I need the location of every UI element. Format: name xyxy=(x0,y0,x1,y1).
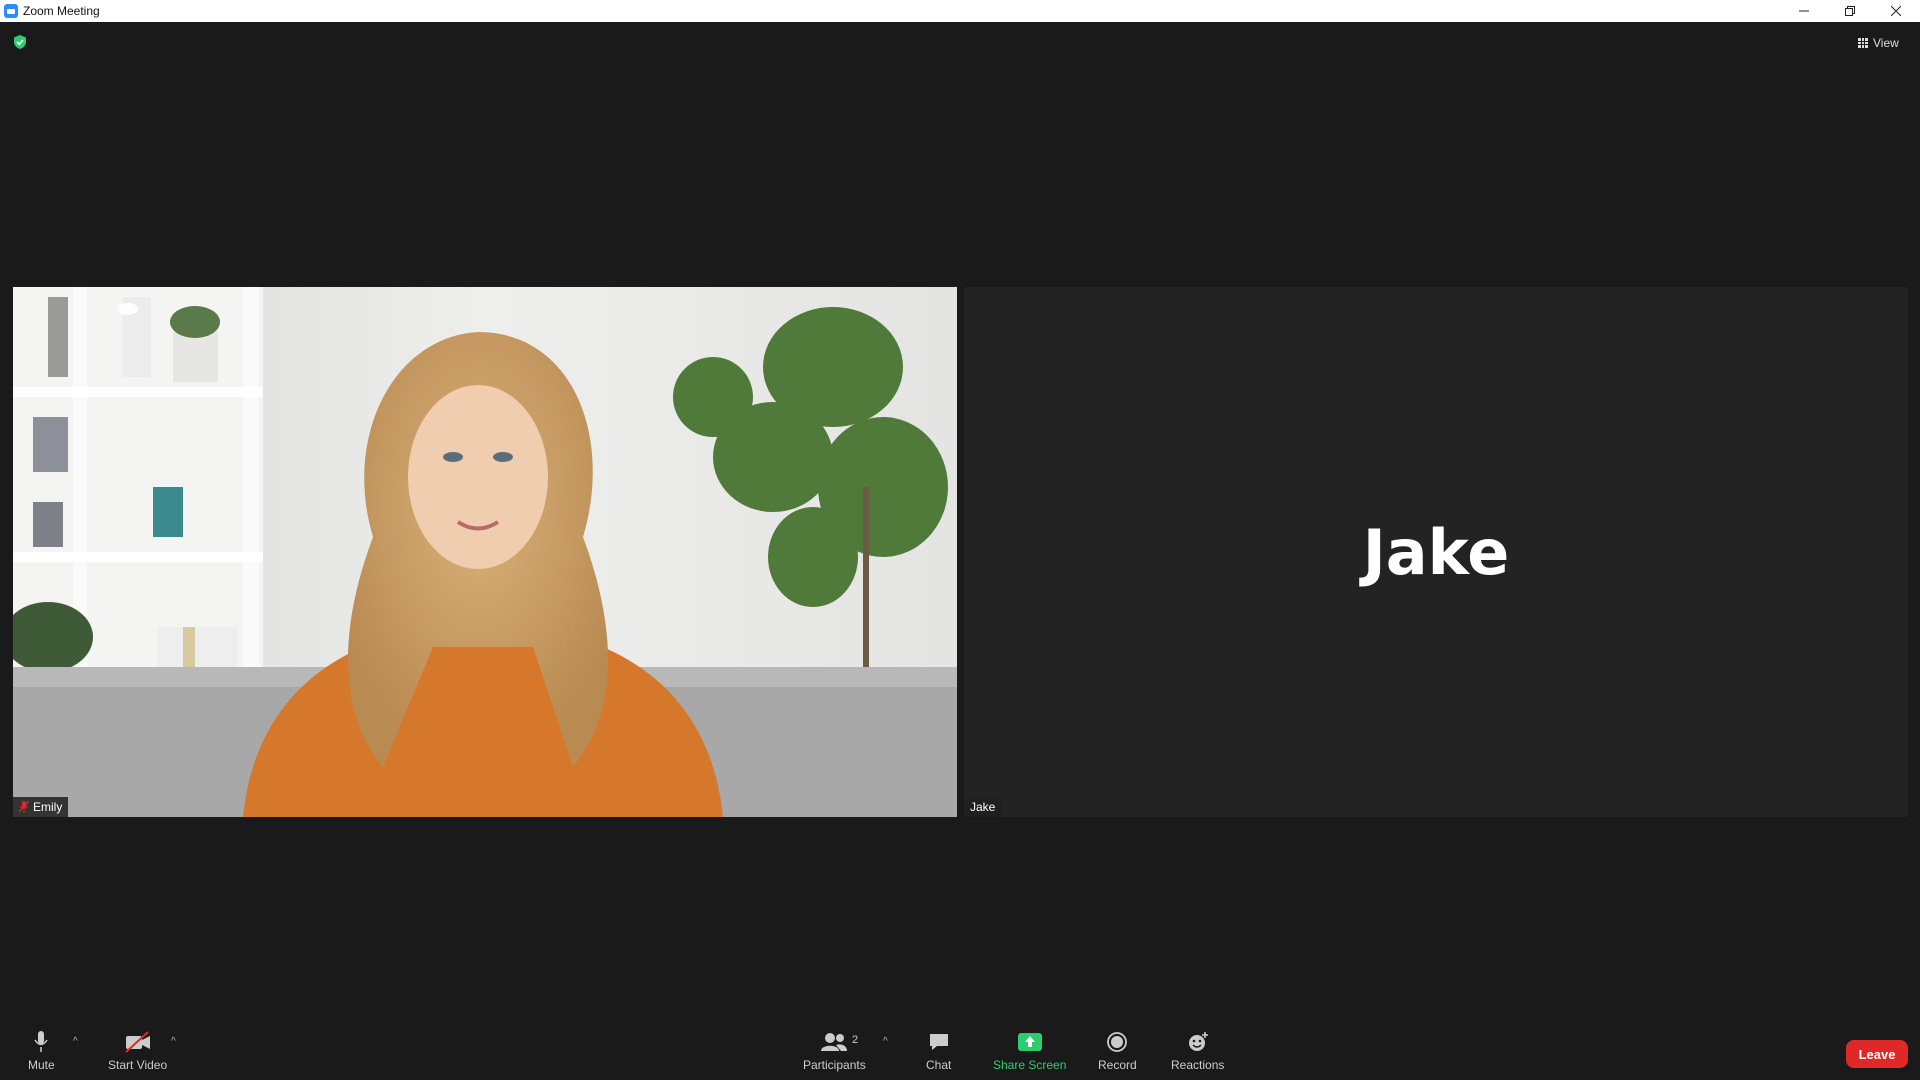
restore-icon xyxy=(1845,6,1855,16)
close-icon xyxy=(1891,6,1901,16)
jake-nameplate: Jake xyxy=(964,797,1002,817)
minimize-icon xyxy=(1799,10,1809,12)
record-label: Record xyxy=(1098,1058,1137,1072)
jake-name-label: Jake xyxy=(970,800,996,814)
participants-options-caret-icon[interactable]: ^ xyxy=(883,1036,888,1047)
chat-button[interactable]: Chat xyxy=(926,1028,951,1072)
muted-mic-icon xyxy=(19,801,29,813)
reactions-button[interactable]: Reactions xyxy=(1171,1028,1224,1072)
participants-label: Participants xyxy=(803,1058,866,1072)
share-screen-icon xyxy=(1017,1033,1042,1051)
meeting-toolbar: Mute ^ Start Video ^ Participants 2 ^ Ch… xyxy=(0,1022,1920,1080)
mute-label: Mute xyxy=(28,1058,55,1072)
audio-options-caret-icon[interactable]: ^ xyxy=(73,1036,78,1047)
microphone-icon xyxy=(34,1031,48,1052)
view-button[interactable]: View xyxy=(1858,33,1899,53)
start-video-button[interactable]: Start Video xyxy=(108,1028,167,1072)
record-button[interactable]: Record xyxy=(1098,1028,1137,1072)
mute-button[interactable]: Mute xyxy=(28,1028,55,1072)
reactions-emoji-icon xyxy=(1188,1032,1208,1051)
record-icon xyxy=(1107,1032,1128,1052)
start-video-label: Start Video xyxy=(108,1058,168,1072)
video-tile-jake[interactable]: Jake Jake xyxy=(964,287,1908,817)
title-bar: Zoom Meeting xyxy=(0,0,1920,22)
jake-display-name: Jake xyxy=(1362,515,1510,589)
participants-count: 2 xyxy=(852,1034,859,1046)
video-off-icon xyxy=(124,1031,150,1053)
emily-nameplate: Emily xyxy=(13,797,69,817)
meeting-area: View Emily Jake Jake xyxy=(0,22,1920,1022)
zoom-app-icon xyxy=(4,4,18,18)
emily-name-label: Emily xyxy=(33,800,63,814)
reactions-label: Reactions xyxy=(1171,1058,1225,1072)
minimize-button[interactable] xyxy=(1781,0,1827,22)
leave-button[interactable]: Leave xyxy=(1846,1040,1908,1068)
restore-button[interactable] xyxy=(1827,0,1873,22)
share-screen-label: Share Screen xyxy=(993,1058,1067,1072)
share-screen-button[interactable]: Share Screen xyxy=(993,1028,1066,1072)
chat-bubble-icon xyxy=(929,1034,948,1050)
view-label: View xyxy=(1873,36,1899,50)
gallery-grid-icon xyxy=(1858,38,1868,48)
video-options-caret-icon[interactable]: ^ xyxy=(171,1036,176,1047)
video-tile-emily[interactable]: Emily xyxy=(13,287,957,817)
close-button[interactable] xyxy=(1873,0,1919,22)
encryption-shield-icon[interactable] xyxy=(12,34,28,50)
window-title: Zoom Meeting xyxy=(23,4,100,18)
emily-video-feed xyxy=(13,287,957,817)
participants-icon xyxy=(821,1033,848,1051)
chat-label: Chat xyxy=(926,1058,952,1072)
